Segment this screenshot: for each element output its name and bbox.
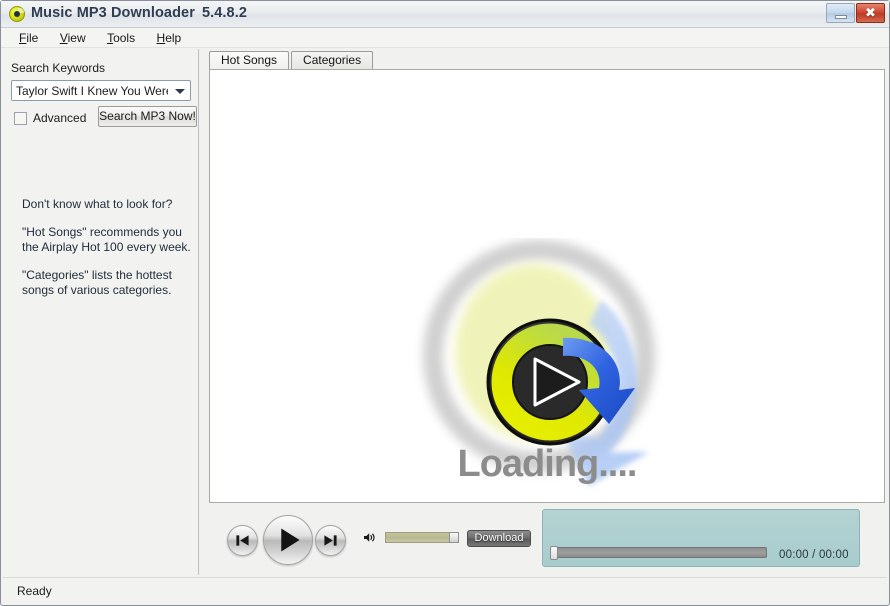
volume-slider[interactable] [385, 532, 459, 543]
sidebar: Search Keywords Taylor Swift I Knew You … [3, 49, 199, 575]
volume-control[interactable] [363, 529, 459, 547]
help-line-1: Don't know what to look for? [22, 197, 173, 211]
previous-track-button[interactable] [227, 525, 258, 556]
content-panel: Loading.... [209, 69, 885, 503]
volume-slider-thumb[interactable] [449, 532, 459, 543]
playback-panel: 00:00 / 00:00 [542, 509, 860, 567]
seek-slider-thumb[interactable] [550, 546, 558, 560]
menu-file-rest: ile [26, 31, 39, 45]
window-title-text: Music MP3 Downloader [31, 5, 195, 21]
play-button[interactable] [263, 515, 313, 565]
play-icon [281, 528, 300, 552]
window-version: 5.4.8.2 [201, 5, 247, 21]
music-disc-icon [9, 6, 25, 22]
search-keyword-value: Taylor Swift I Knew You Were Tr [16, 84, 168, 98]
advanced-checkbox-row[interactable]: Advanced [14, 111, 86, 125]
transport-controls [227, 515, 347, 565]
advanced-label: Advanced [33, 111, 87, 125]
search-keyword-combobox[interactable]: Taylor Swift I Knew You Were Tr [11, 80, 191, 101]
seek-slider[interactable] [550, 546, 767, 560]
help-line-3: "Categories" lists the hottest songs of … [22, 268, 172, 297]
menu-tools-rest: ools [113, 31, 136, 45]
help-line-2: "Hot Songs" recommends you the Airplay H… [22, 225, 191, 254]
svg-text:Loading....: Loading.... [458, 443, 637, 485]
play-disc-refresh-icon: Loading.... [413, 238, 681, 508]
advanced-checkbox[interactable] [14, 111, 27, 125]
menu-view[interactable]: View [52, 28, 95, 48]
previous-track-icon [236, 535, 249, 546]
application-window: Music MP3 Downloader 5.4.8.2 ✖ File View … [0, 0, 890, 606]
tab-strip: Hot Songs Categories [209, 51, 374, 69]
menu-help-mnemonic: H [156, 31, 166, 45]
minimize-button[interactable] [826, 3, 855, 23]
menu-help[interactable]: Help [149, 28, 191, 48]
menu-view-rest: iew [67, 31, 86, 45]
search-keywords-label: Search Keywords [11, 61, 106, 75]
tab-categories[interactable]: Categories [291, 51, 374, 69]
speaker-icon [364, 533, 375, 542]
search-mp3-now-button[interactable]: Search MP3 Now! [98, 106, 197, 127]
next-track-button[interactable] [315, 525, 346, 556]
menu-help-rest: elp [165, 31, 182, 45]
title-bar: Music MP3 Downloader 5.4.8.2 ✖ [1, 1, 889, 28]
close-button[interactable]: ✖ [856, 3, 885, 23]
tab-hot-songs[interactable]: Hot Songs [209, 51, 290, 69]
chevron-down-icon[interactable] [175, 89, 185, 94]
next-track-icon [324, 535, 337, 546]
menu-view-mnemonic: V [59, 31, 68, 45]
sidebar-help-text: Don't know what to look for? "Hot Songs"… [22, 197, 194, 311]
window-controls: ✖ [825, 3, 885, 24]
time-display: 00:00 / 00:00 [779, 549, 849, 561]
menu-tools[interactable]: Tools [99, 28, 144, 48]
download-button[interactable]: Download [467, 530, 531, 547]
status-text: Ready [17, 584, 52, 598]
status-bar: Ready [3, 577, 887, 603]
menu-bar: File View Tools Help [1, 28, 889, 48]
window-title: Music MP3 Downloader 5.4.8.2 [31, 5, 247, 21]
menu-file[interactable]: File [11, 28, 47, 48]
